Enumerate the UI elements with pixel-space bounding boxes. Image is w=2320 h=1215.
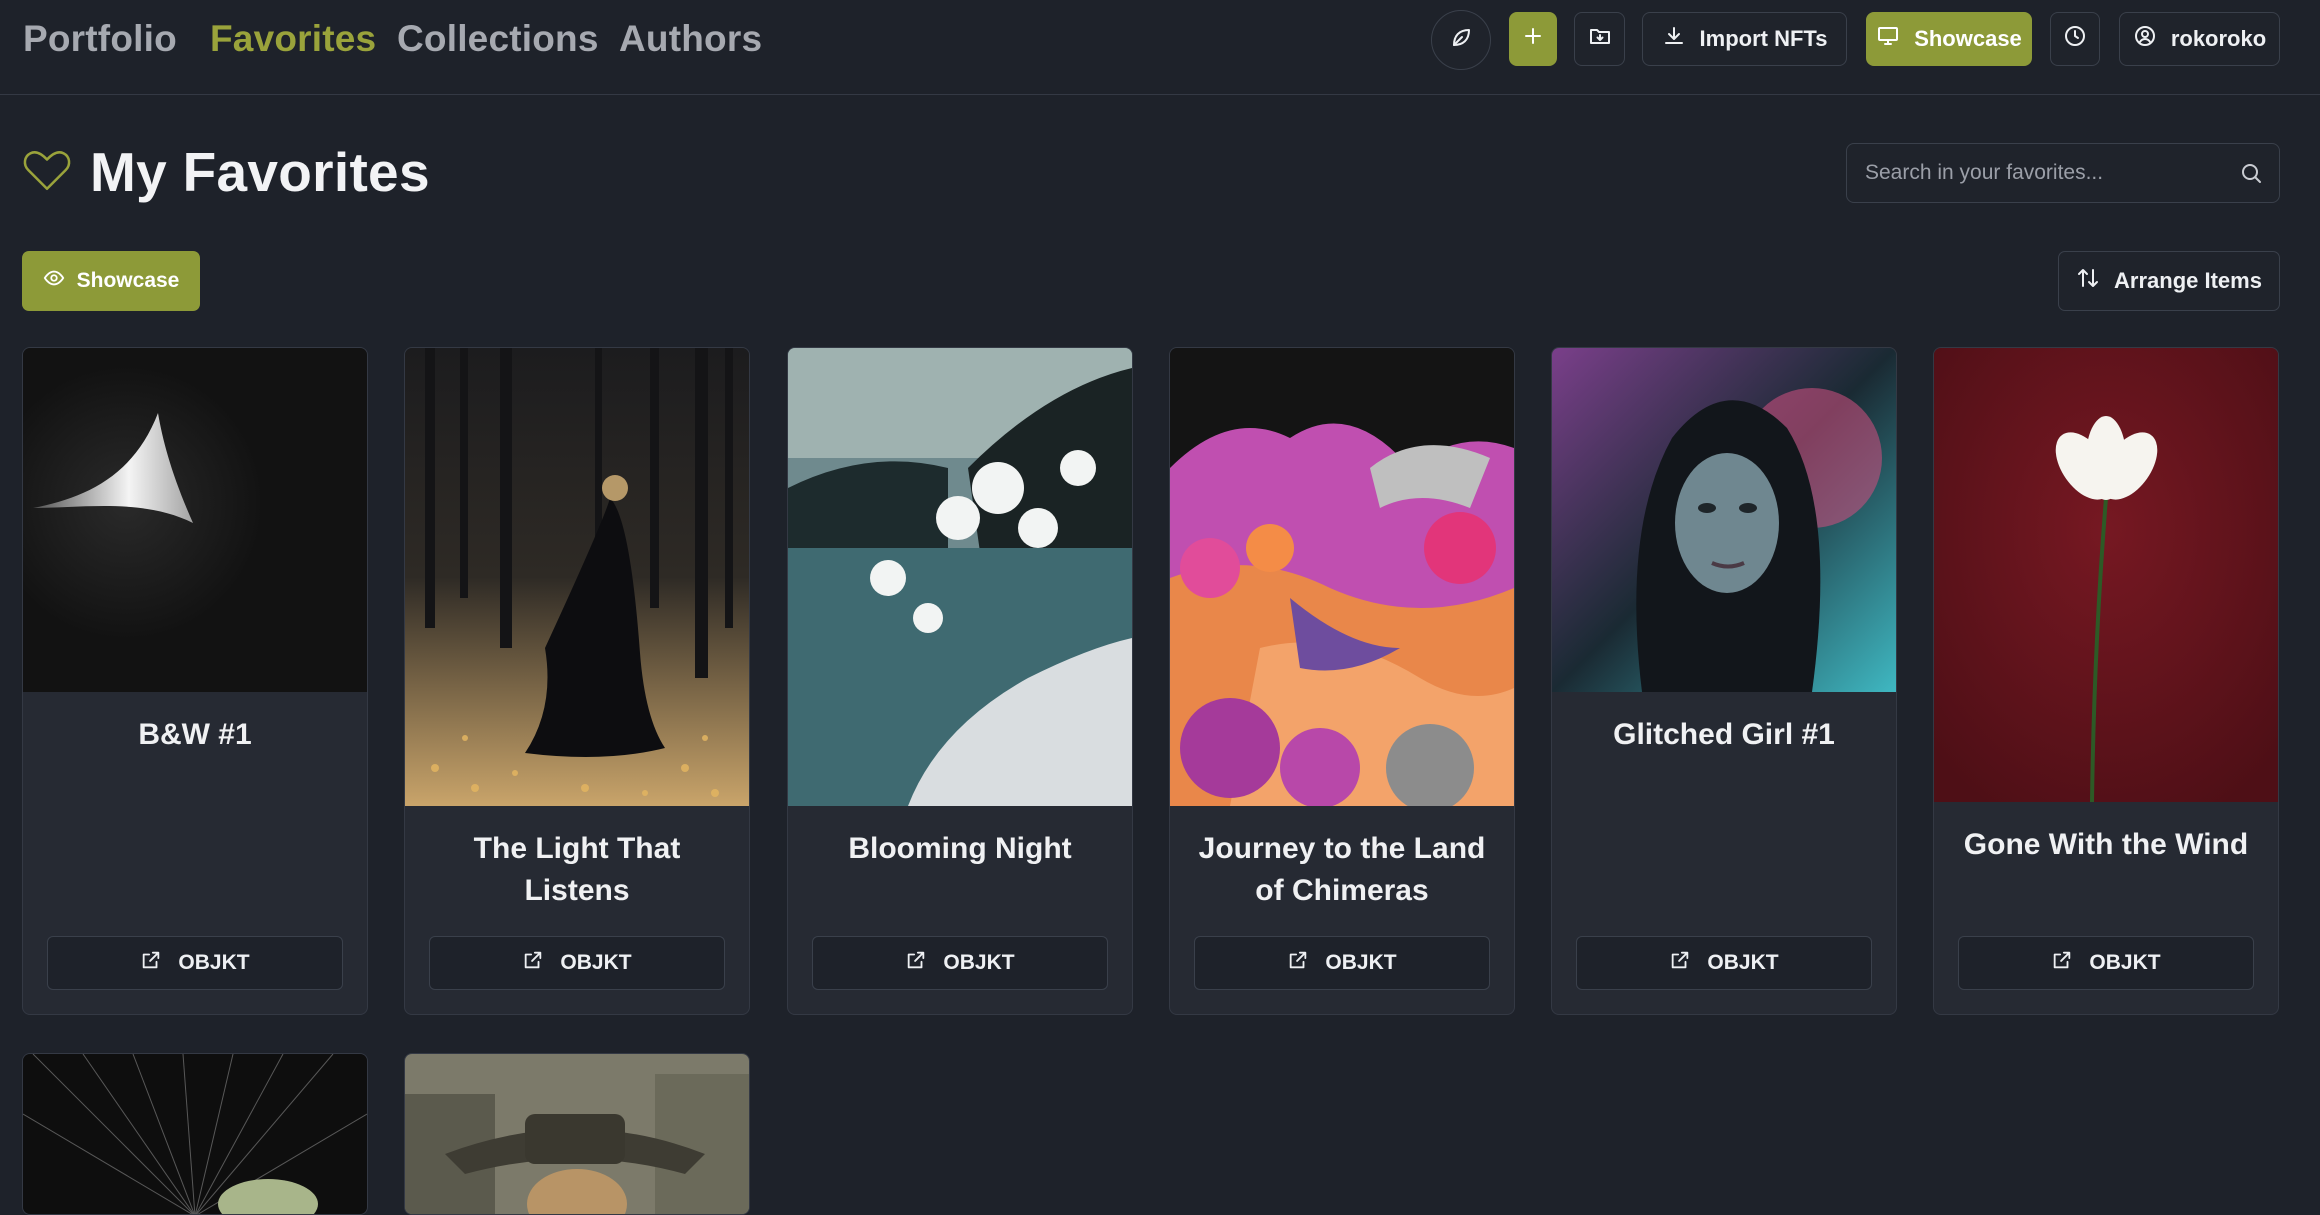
eye-icon (43, 267, 65, 295)
plus-icon (1521, 24, 1545, 54)
showcase-button[interactable]: Showcase (22, 251, 200, 311)
nav-collections[interactable]: Collections (397, 18, 599, 60)
nft-card[interactable]: Journey to the Land of Chimeras OBJKT (1169, 347, 1515, 1015)
folder-import-icon (1588, 24, 1612, 54)
import-nfts-button[interactable]: Import NFTs (1642, 12, 1847, 66)
nft-artwork-image[interactable] (405, 348, 749, 806)
objkt-link-button[interactable]: OBJKT (812, 936, 1108, 990)
nft-artwork-image[interactable] (23, 348, 367, 692)
folder-import-button[interactable] (1574, 12, 1625, 66)
import-nfts-label: Import NFTs (1699, 26, 1828, 51)
sort-arrows-icon (2076, 266, 2100, 296)
external-link-icon (1287, 949, 1309, 977)
nft-artwork-image[interactable] (1934, 348, 2278, 802)
nft-card[interactable]: Glitched Girl #1 OBJKT (1551, 347, 1897, 1015)
nft-title: B&W #1 (138, 718, 252, 751)
search-input[interactable] (1865, 144, 2225, 202)
objkt-label: OBJKT (1325, 951, 1397, 974)
external-link-icon (2051, 949, 2073, 977)
objkt-label: OBJKT (560, 951, 632, 974)
add-button[interactable] (1509, 12, 1557, 66)
objkt-label: OBJKT (2089, 951, 2161, 974)
nft-title: Gone With the Wind (1963, 828, 2249, 861)
heart-icon (22, 147, 72, 198)
user-menu-button[interactable]: rokoroko (2119, 12, 2280, 66)
external-link-icon (522, 949, 544, 977)
favorites-search (1846, 143, 2280, 203)
nft-title: The Light That Listens (473, 832, 681, 907)
objkt-link-button[interactable]: OBJKT (429, 936, 725, 990)
objkt-link-button[interactable]: OBJKT (47, 936, 343, 990)
objkt-label: OBJKT (178, 951, 250, 974)
nft-card[interactable]: The Light That Listens OBJKT (404, 347, 750, 1015)
arrange-items-label: Arrange Items (2114, 268, 2262, 293)
objkt-link-button[interactable]: OBJKT (1194, 936, 1490, 990)
objkt-label: OBJKT (1707, 951, 1779, 974)
download-icon (1662, 24, 1686, 54)
nft-artwork-image[interactable] (788, 348, 1132, 806)
nft-artwork-image[interactable] (23, 1054, 367, 1214)
user-circle-icon (2133, 24, 2157, 54)
nav-favorites[interactable]: Favorites (210, 18, 376, 60)
nft-title: Glitched Girl #1 (1613, 718, 1835, 751)
nft-card[interactable]: B&W #1 OBJKT (22, 347, 368, 1015)
objkt-label: OBJKT (943, 951, 1015, 974)
nft-title: Blooming Night (848, 832, 1072, 865)
external-link-icon (1669, 949, 1691, 977)
nft-artwork-image[interactable] (1552, 348, 1896, 692)
nft-title: Journey to the Land of Chimeras (1198, 832, 1486, 907)
leaf-icon (1449, 25, 1473, 55)
search-icon[interactable] (2239, 161, 2263, 190)
nft-card[interactable] (404, 1053, 750, 1215)
history-button[interactable] (2050, 12, 2100, 66)
showcase-nav-label: Showcase (1914, 26, 2022, 51)
nft-card[interactable]: Blooming Night OBJKT (787, 347, 1133, 1015)
objkt-link-button[interactable]: OBJKT (1576, 936, 1872, 990)
showcase-nav-button[interactable]: Showcase (1866, 12, 2032, 66)
monitor-icon (1876, 24, 1900, 54)
nft-artwork-image[interactable] (1170, 348, 1514, 806)
page-title: My Favorites (90, 141, 430, 203)
showcase-label: Showcase (76, 269, 180, 292)
nav-portfolio[interactable]: Portfolio (23, 18, 177, 60)
objkt-link-button[interactable]: OBJKT (1958, 936, 2254, 990)
external-link-icon (140, 949, 162, 977)
nft-artwork-image[interactable] (405, 1054, 749, 1214)
nft-card[interactable] (22, 1053, 368, 1215)
username-label: rokoroko (2170, 26, 2267, 51)
leaf-button[interactable] (1431, 10, 1491, 70)
external-link-icon (905, 949, 927, 977)
top-navigation-bar: Portfolio Favorites Collections Authors … (0, 0, 2320, 95)
nav-authors[interactable]: Authors (619, 18, 762, 60)
arrange-items-button[interactable]: Arrange Items (2058, 251, 2280, 311)
clock-icon (2063, 24, 2087, 54)
page-header: My Favorites (22, 140, 430, 204)
nft-card[interactable]: Gone With the Wind OBJKT (1933, 347, 2279, 1015)
